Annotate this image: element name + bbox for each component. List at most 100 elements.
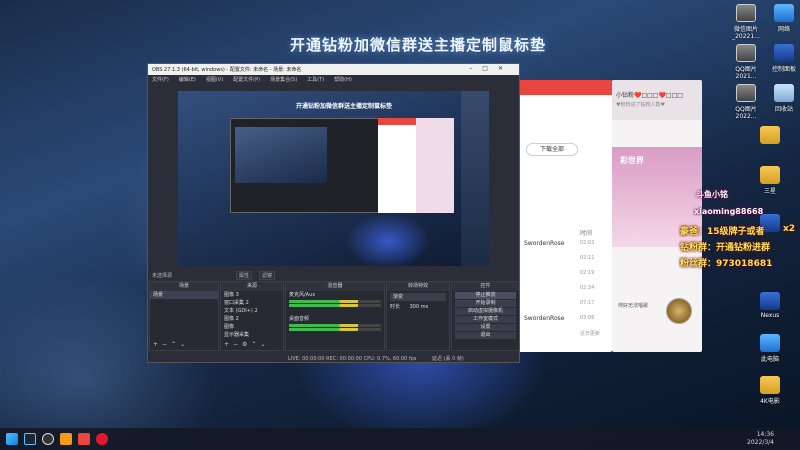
desktop-meter[interactable]	[289, 324, 381, 327]
sources-toolbar[interactable]: +−⚙⌃⌄	[224, 341, 270, 348]
bg-app-titlebar[interactable]	[510, 80, 612, 95]
weibo-icon[interactable]	[96, 433, 108, 445]
source-item[interactable]: 窗口采集 2	[221, 299, 283, 307]
bin-icon	[774, 84, 794, 102]
mixer-channel-desktop: 桌面音频	[289, 316, 310, 322]
menu-item[interactable]: 帮助(H)	[334, 76, 352, 83]
desktop-icon[interactable]	[750, 126, 790, 146]
system-clock[interactable]: 14:36 2022/3/4	[747, 431, 774, 447]
window-controls[interactable]: –□✕	[469, 65, 513, 72]
control-button[interactable]: 启动虚拟摄像机	[455, 308, 516, 315]
transitions-dock: 转场特效 渐变 时长 300 ms	[386, 281, 450, 351]
desktop-icon-label: 微信图片_20221...	[732, 26, 760, 40]
live-line: 帅好无法唱歌	[618, 303, 649, 309]
streamer-avatar[interactable]	[666, 298, 692, 324]
menu-item[interactable]: 配置文件(P)	[233, 76, 260, 83]
menu-item[interactable]: 文件(F)	[152, 76, 169, 83]
scene-item[interactable]: 场景	[150, 291, 218, 299]
pc-icon	[760, 334, 780, 352]
controls-dock: 控件 停止推流 开始录制 启动虚拟摄像机 工作室模式 设置 退出	[451, 281, 519, 351]
properties-button[interactable]: 属性	[236, 271, 253, 280]
desktop-icon[interactable]: Nexus	[750, 292, 790, 319]
desktop-icon-label: QQ图片2021...	[735, 66, 757, 80]
row-name[interactable]: SwordenRose	[524, 240, 564, 247]
desktop-icon[interactable]: 控制面板	[764, 44, 800, 73]
preview-pink-window	[416, 118, 454, 213]
row-time: 02:34	[580, 285, 595, 291]
mic-meter-2	[289, 304, 381, 307]
row-time: 07:17	[580, 300, 595, 306]
sources-header: 来源	[221, 282, 283, 291]
control-button[interactable]: 设置	[455, 324, 516, 331]
folder-icon	[760, 376, 780, 394]
pc-icon	[774, 4, 794, 22]
control-button[interactable]: 退出	[455, 332, 516, 339]
control-button[interactable]: 停止推流	[455, 292, 516, 299]
mixer-header: 混音器	[286, 282, 384, 291]
desktop-icon[interactable]: 网络	[764, 4, 800, 33]
duration-value[interactable]: 300 ms	[410, 304, 429, 310]
filters-button[interactable]: 滤镜	[259, 271, 276, 280]
live-header: 小钻粉❤️□□□❤️□□□ ♥粉粉进了钻粉人数♥	[612, 80, 702, 120]
row-time: 02:19	[580, 270, 595, 276]
clock-date: 2022/3/4	[747, 439, 774, 446]
desktop-icon[interactable]: 此电脑	[750, 334, 790, 363]
scenes-toolbar[interactable]: +−⌃⌄	[153, 341, 189, 348]
preview-title: 开通钻粉加微信群送主播定制鼠标垫	[296, 103, 393, 110]
desktop-icon[interactable]: QQ图片2022...	[726, 84, 766, 120]
source-item[interactable]: 图像 2	[221, 315, 283, 323]
obs-icon[interactable]	[42, 433, 54, 445]
status-stats: LIVE: 00:00:00 REC: 00:00:00 CPU: 0.7%, …	[288, 356, 417, 362]
row-name[interactable]: SwordenRose	[524, 315, 564, 322]
photo-icon	[736, 84, 756, 102]
control-button[interactable]: 工作室模式	[455, 316, 516, 323]
live-header-sub: ♥粉粉进了钻粉人数♥	[616, 102, 665, 108]
source-item[interactable]: 文本 (GDI+) 2	[221, 307, 283, 315]
source-item[interactable]: 图像 3	[221, 291, 283, 299]
desktop-icon[interactable]: QQ图片2021...	[726, 44, 766, 80]
app-icon[interactable]	[60, 433, 72, 445]
status-dropped: 延迟 (丢 0 帧)	[431, 356, 464, 362]
scenes-dock: 场景 场景 +−⌃⌄	[149, 281, 219, 351]
preview-red-window	[378, 118, 416, 213]
desktop-icon[interactable]: 微信图片_20221...	[726, 4, 766, 40]
desktop-icon-label: 三星	[763, 188, 776, 195]
nested-obs-window	[230, 118, 380, 213]
download-all-button[interactable]: 下载全部	[526, 143, 578, 156]
desktop-icon-label: 控制面板	[771, 66, 796, 73]
desktop-icon[interactable]: 三星	[750, 166, 790, 195]
desktop-icon-label: Nexus	[760, 312, 780, 319]
source-item[interactable]: 图像	[221, 323, 283, 331]
obs-title: OBS 27.1.3 (64-bit, windows) - 配置文件: 未命名…	[152, 67, 302, 73]
windows-icon[interactable]	[6, 433, 18, 445]
scenes-header: 场景	[150, 282, 218, 291]
desktop-icon[interactable]: 4K电影	[750, 376, 790, 405]
mixer-channel-mic: 麦克风/Aux	[289, 292, 316, 298]
obs-window[interactable]: OBS 27.1.3 (64-bit, windows) - 配置文件: 未命名…	[147, 63, 520, 363]
obs-menubar: 文件(F) 编辑(E) 视图(V) 配置文件(P) 场景集合(S) 工具(T) 帮助(H)	[148, 75, 519, 84]
source-item[interactable]: 显示器采集	[221, 331, 283, 339]
control-button[interactable]: 开始录制	[455, 300, 516, 307]
row-time: 近日更新	[580, 331, 601, 337]
photo-icon	[736, 44, 756, 62]
mic-meter[interactable]	[289, 300, 381, 303]
menu-item[interactable]: 编辑(E)	[179, 76, 196, 83]
app-icon	[774, 44, 794, 62]
menu-item[interactable]: 场景集合(S)	[270, 76, 297, 83]
desktop-icon-label: QQ图片2022...	[735, 106, 757, 120]
sources-dock: 来源 图像 3 窗口采集 2 文本 (GDI+) 2 图像 2 图像 显示器采集 +−⚙⌃…	[220, 281, 284, 351]
menu-item[interactable]: 工具(T)	[307, 76, 324, 83]
transition-select[interactable]: 渐变	[390, 293, 446, 301]
x2-overlay: x2	[783, 224, 796, 234]
source-bar: 未选择源 属性 滤镜	[148, 269, 519, 281]
live-banner-text: 彩世界	[620, 156, 644, 165]
no-source-label: 未选择源	[152, 273, 173, 279]
steam-icon[interactable]	[24, 433, 36, 445]
account-overlay: xiaoming88668	[694, 207, 764, 216]
obs-titlebar[interactable]: OBS 27.1.3 (64-bit, windows) - 配置文件: 未命名…	[148, 64, 519, 75]
bg-app-window[interactable]: 下载全部 时间 02:03 SwordenRose 02:11 02:19 02:34 0…	[510, 80, 612, 352]
desktop-icon[interactable]: 回收站	[764, 84, 800, 113]
obs-preview[interactable]: 开通钻粉加微信群送主播定制鼠标垫	[178, 91, 489, 266]
live-icon[interactable]	[78, 433, 90, 445]
menu-item[interactable]: 视图(V)	[206, 76, 223, 83]
